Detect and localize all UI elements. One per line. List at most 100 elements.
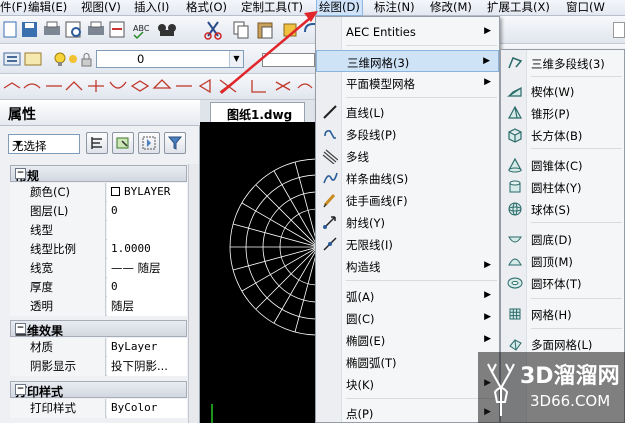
menu-item-multiline[interactable]: 多线 [316,145,499,167]
menu-item-point[interactable]: 点(P) ▶ [316,402,499,423]
menu-separator [346,45,497,46]
menu-item-elliptical-arc[interactable]: 椭圆弧(T) [316,351,499,373]
menu-item-xline[interactable]: 无限线(I) [316,233,499,255]
menu-dimension[interactable]: 标注(N) [374,0,415,16]
menu-item-3d-mesh[interactable]: 三维网格(3) ▶ [316,50,499,72]
chevron-down-icon[interactable]: ▼ [229,51,243,67]
property-value[interactable]: 0 [107,202,187,221]
property-row[interactable]: 打印样式 ByColor [10,399,187,418]
property-row[interactable]: 图层(L) 0 [10,202,187,221]
copy-icon [233,21,249,39]
menu-item-dish[interactable]: 圆底(D) [501,228,624,250]
property-row[interactable]: 材质 ByLayer [10,338,187,357]
menu-item-construction-line[interactable]: 构造线 ▶ [316,255,499,277]
quick-select-button[interactable] [138,132,160,154]
angle-tool-icon [65,81,83,91]
menu-item-freehand[interactable]: 徒手画线(F) [316,189,499,211]
properties-scrollbar[interactable] [188,164,199,423]
menu-modify[interactable]: 修改(M) [430,0,472,16]
property-row[interactable]: 线宽 —— 随层 [10,259,187,278]
new-icon [3,21,17,38]
menu-item-ray[interactable]: 射线(Y) [316,211,499,233]
property-row[interactable]: 透明 随层 [10,297,187,316]
menu-item-box[interactable]: 长方体(B) [501,124,624,146]
menu-item-label: 圆顶(M) [531,255,573,269]
section-general[interactable]: 常规 − [10,165,187,183]
property-value[interactable]: BYLAYER [107,183,187,202]
collapse-icon[interactable]: − [15,323,26,334]
menu-item-label: 椭圆弧(T) [346,356,397,370]
watermark-title: 3D溜溜网 [520,364,620,389]
find-icon [158,24,176,36]
toolbar-search-box[interactable] [613,22,625,38]
property-value[interactable]: ByLayer [107,338,187,357]
selection-dropdown[interactable]: 无选择 ▼ [8,134,80,154]
menu-edit[interactable]: 编辑(E) [28,0,67,16]
menu-item-cylinder[interactable]: 圆柱体(Y) [501,176,624,198]
menu-item-line[interactable]: 直线(L) [316,101,499,123]
property-value[interactable] [107,221,187,240]
menu-insert[interactable]: 插入(I) [134,0,169,16]
select-objects-button[interactable] [112,132,134,154]
menu-item-label: 网格(H) [531,308,572,322]
menu-express[interactable]: 扩展工具(X) [487,0,550,16]
menu-item-planar-mesh[interactable]: 平面模型网格 ▶ [316,72,499,94]
menu-item-cone[interactable]: 圆锥体(C) [501,154,624,176]
menu-view[interactable]: 视图(V) [81,0,121,16]
menu-item-torus[interactable]: 圆环体(T) [501,272,624,294]
filter-button[interactable] [164,132,186,154]
property-value[interactable]: 0 [107,278,187,297]
multiline-icon [322,149,338,164]
property-value[interactable]: ByColor [107,399,187,418]
property-value[interactable]: —— 随层 [107,259,187,278]
draw-menu: AEC Entities ▶ 三维网格(3) ▶ 平面模型网格 ▶ 直线(L) … [315,16,500,423]
dome-icon [508,258,522,266]
menu-file[interactable]: 件(F) [0,0,27,16]
linetype-dropdown[interactable] [262,53,315,67]
menu-item-block[interactable]: 块(K) ▶ [316,373,499,395]
menu-item-wedge[interactable]: 楔体(W) [501,80,624,102]
property-row[interactable]: 颜色(C) BYLAYER [10,183,187,202]
menu-item-arc[interactable]: 弧(A) ▶ [316,285,499,307]
property-value[interactable]: 投下阴影... [107,357,187,376]
triangle-tool-icon [152,79,172,89]
menu-separator [346,97,497,98]
collapse-icon[interactable]: − [15,384,26,395]
chevron-down-icon[interactable]: ▼ [12,136,25,152]
menu-format[interactable]: 格式(O) [186,0,227,16]
property-row[interactable]: 线型 [10,221,187,240]
property-row[interactable]: 线型比例 1.0000 [10,240,187,259]
menu-item-sphere[interactable]: 球体(S) [501,198,624,220]
properties-title: 属性 [8,107,36,123]
menu-item-label: 锥形(P) [531,107,570,121]
section-3d-effects[interactable]: 三维效果 − [10,320,187,338]
lightbulb-icon [54,52,66,66]
property-value[interactable]: 1.0000 [107,240,187,259]
menu-item-label: 多线 [346,150,369,164]
bowtie-tool-icon [219,79,237,93]
document-tab[interactable]: 图纸1.dwg ✕ [210,102,305,122]
menu-item-aec-entities[interactable]: AEC Entities ▶ [316,21,499,43]
property-value[interactable]: 随层 [107,297,187,316]
color-value: BYLAYER [124,185,171,198]
toggle-pickadd-button[interactable] [86,132,108,154]
menu-item-spline[interactable]: 样条曲线(S) [316,167,499,189]
menu-item-dome[interactable]: 圆顶(M) [501,250,624,272]
property-row[interactable]: 厚度 0 [10,278,187,297]
menu-item-circle[interactable]: 圆(C) ▶ [316,307,499,329]
menu-draw[interactable]: 绘图(D) [316,0,363,16]
close-icon[interactable]: ✕ [227,107,237,117]
menu-separator [531,328,622,329]
layer-dropdown[interactable]: 0 ▼ [96,50,244,68]
menu-item-3d-polyline[interactable]: 三维多段线(3) [501,52,624,74]
collapse-icon[interactable]: − [15,168,26,179]
drawing-canvas[interactable] [200,122,315,423]
property-row[interactable]: 阴影显示 投下阴影... [10,357,187,376]
section-print-style[interactable]: 打印样式 − [10,381,187,399]
menu-item-pyramid[interactable]: 锥形(P) [501,102,624,124]
menu-item-ellipse[interactable]: 椭圆(E) ▶ [316,329,499,351]
menu-tools[interactable]: 定制工具(T) [241,0,303,16]
menu-item-polyline[interactable]: 多段线(P) [316,123,499,145]
menu-item-mesh[interactable]: 网格(H) [501,303,624,325]
menu-window[interactable]: 窗口(W [566,0,605,16]
